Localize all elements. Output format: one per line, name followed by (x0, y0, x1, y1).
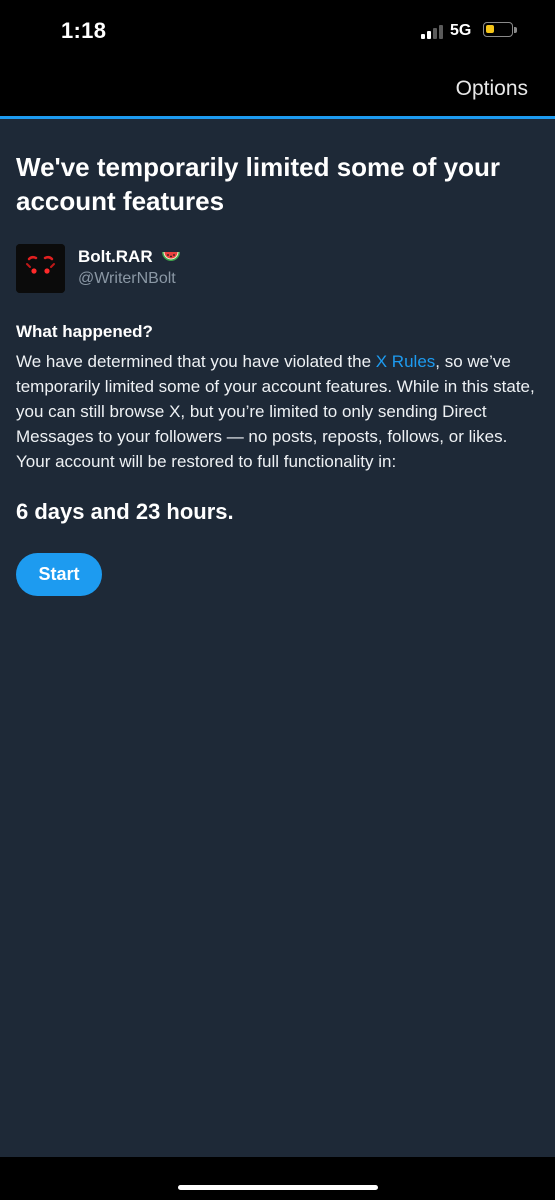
start-button[interactable]: Start (16, 553, 102, 596)
display-name[interactable]: Bolt.RAR (78, 247, 181, 270)
time-remaining: 6 days and 23 hours. (16, 499, 234, 524)
signal-strength-icon (421, 25, 445, 39)
home-indicator[interactable] (178, 1185, 378, 1190)
user-profile[interactable]: Bolt.RAR @WriterNBolt (16, 244, 536, 296)
status-time: 1:18 (61, 18, 107, 43)
notice-content: We've temporarily limited some of your a… (16, 150, 536, 596)
top-bar: 1:18 5G Options (0, 0, 555, 116)
x-rules-link[interactable]: X Rules (376, 352, 436, 371)
avatar[interactable] (16, 244, 65, 293)
header-divider (0, 116, 555, 119)
battery-icon (483, 22, 513, 37)
section-heading: What happened? (16, 322, 153, 341)
user-handle[interactable]: @WriterNBolt (78, 270, 176, 288)
options-button[interactable]: Options (456, 77, 528, 101)
bottom-bar (0, 1157, 555, 1200)
explanation-text: We have determined that you have violate… (16, 349, 536, 474)
status-bar: 1:18 5G (0, 0, 555, 60)
page-title: We've temporarily limited some of your a… (16, 152, 500, 216)
explanation-text-start: We have determined that you have violate… (16, 352, 376, 371)
network-label: 5G (450, 22, 472, 39)
dark-avatar-icon (16, 244, 65, 293)
battery-tip (514, 27, 517, 33)
watermelon-icon (161, 249, 181, 270)
display-name-text: Bolt.RAR (78, 247, 153, 266)
